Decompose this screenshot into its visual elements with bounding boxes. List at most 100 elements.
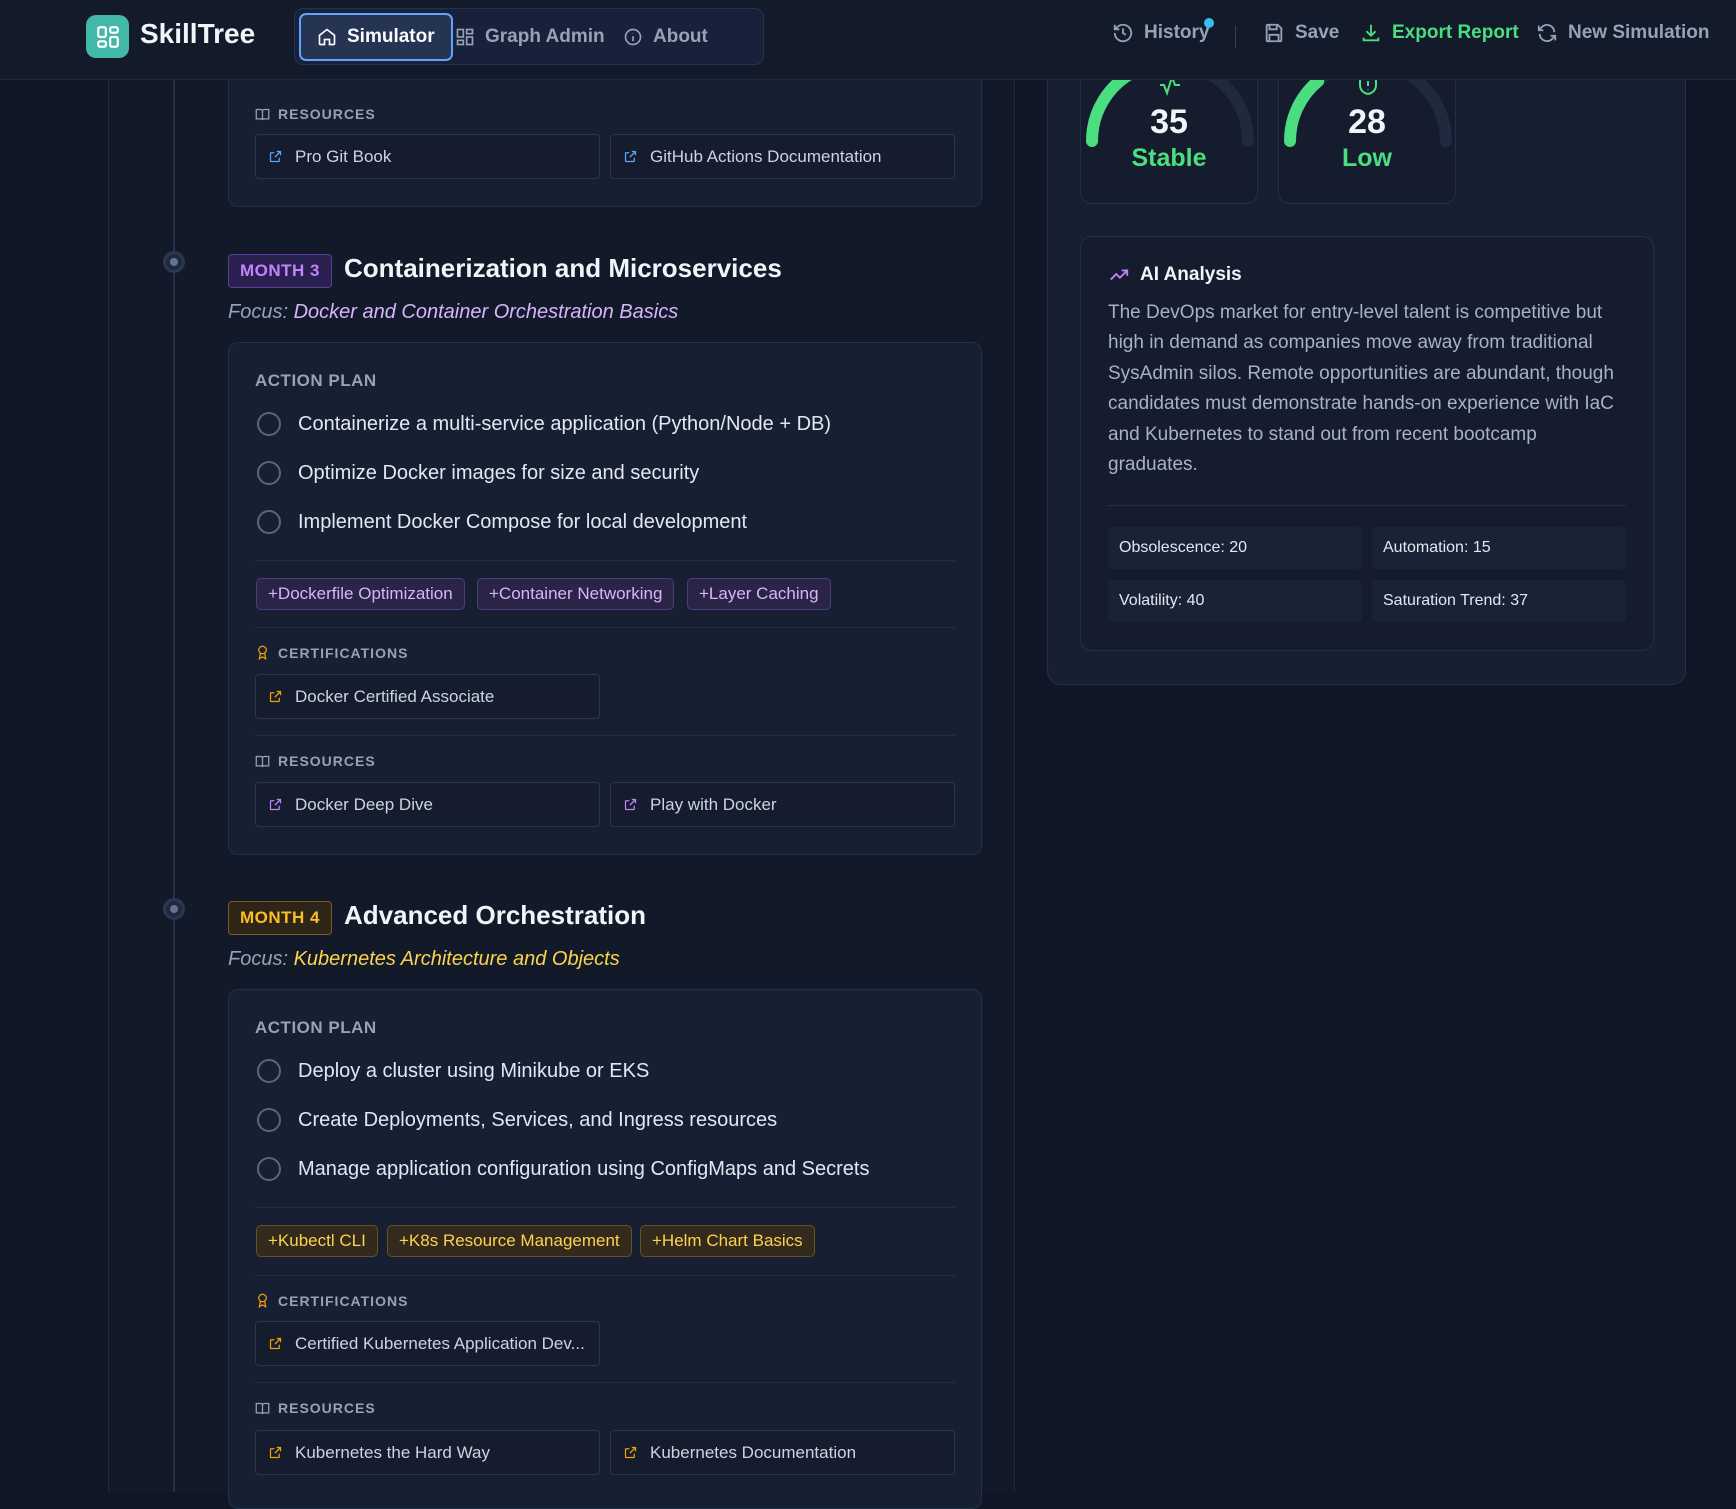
timeline-node — [163, 898, 185, 920]
app-name[interactable]: SkillTree — [140, 18, 255, 50]
skill-chip: +Container Networking — [477, 578, 675, 610]
month-focus: Focus: Docker and Container Orchestratio… — [228, 301, 679, 323]
book-icon — [255, 108, 270, 120]
task-checkbox[interactable] — [257, 1157, 281, 1181]
skill-chip: +Kubectl CLI — [256, 1225, 378, 1257]
external-link-icon — [269, 1337, 282, 1350]
month-badge: MONTH 3 — [228, 254, 332, 288]
certifications-heading: CERTIFICATIONS — [255, 1292, 408, 1309]
divider — [1108, 505, 1626, 506]
external-link-icon — [269, 1446, 282, 1459]
app-logo-icon[interactable] — [86, 15, 129, 58]
task-item[interactable]: Containerize a multi-service application… — [257, 412, 831, 436]
divider — [255, 735, 955, 736]
save-button[interactable]: Save — [1263, 22, 1339, 44]
certification-link[interactable]: Certified Kubernetes Application Dev... — [255, 1321, 600, 1366]
divider — [255, 560, 955, 561]
resource-link[interactable]: Play with Docker — [610, 782, 955, 827]
divider — [255, 1382, 955, 1383]
divider — [255, 1207, 955, 1208]
tab-simulator-label: Simulator — [347, 26, 435, 47]
tab-graph-admin-label: Graph Admin — [485, 26, 605, 47]
task-checkbox[interactable] — [257, 510, 281, 534]
external-link-icon — [624, 1446, 637, 1459]
month-focus: Focus: Kubernetes Architecture and Objec… — [228, 948, 620, 970]
external-link-icon — [269, 690, 282, 703]
external-link-icon — [624, 150, 637, 163]
month-title: Containerization and Microservices — [344, 253, 782, 283]
resource-link[interactable]: Kubernetes Documentation — [610, 1430, 955, 1475]
gauge-value: 35 — [1150, 103, 1188, 141]
task-item[interactable]: Create Deployments, Services, and Ingres… — [257, 1108, 777, 1132]
export-report-label: Export Report — [1392, 22, 1519, 43]
home-icon — [318, 28, 336, 46]
month-badge: MONTH 4 — [228, 901, 332, 935]
metric-obsolescence: Obsolescence: 20 — [1108, 527, 1362, 569]
metric-saturation-trend: Saturation Trend: 37 — [1372, 580, 1626, 622]
history-button[interactable]: History — [1112, 22, 1209, 44]
divider — [1235, 26, 1236, 48]
download-icon — [1362, 24, 1380, 42]
info-icon — [624, 28, 642, 46]
resources-heading: RESOURCES — [255, 1400, 376, 1416]
task-item[interactable]: Optimize Docker images for size and secu… — [257, 461, 699, 485]
timeline-line — [173, 72, 175, 1492]
metric-automation: Automation: 15 — [1372, 527, 1626, 569]
new-simulation-label: New Simulation — [1568, 22, 1710, 43]
history-icon — [1113, 23, 1133, 43]
history-notification-badge — [1204, 18, 1214, 28]
month-title: Advanced Orchestration — [344, 900, 646, 930]
tab-about-label: About — [653, 26, 708, 47]
book-icon — [255, 1402, 270, 1414]
book-icon — [255, 755, 270, 767]
task-checkbox[interactable] — [257, 1108, 281, 1132]
skill-chip: +Dockerfile Optimization — [256, 578, 465, 610]
external-link-icon — [269, 798, 282, 811]
certifications-heading: CERTIFICATIONS — [255, 644, 408, 661]
tab-about[interactable]: About — [607, 13, 724, 61]
task-item[interactable]: Implement Docker Compose for local devel… — [257, 510, 747, 534]
task-item[interactable]: Deploy a cluster using Minikube or EKS — [257, 1059, 649, 1083]
resource-link[interactable]: GitHub Actions Documentation — [610, 134, 955, 179]
timeline-node — [163, 251, 185, 273]
award-icon — [258, 645, 267, 660]
skill-chip: +K8s Resource Management — [387, 1225, 632, 1257]
save-label: Save — [1295, 22, 1340, 43]
action-plan-heading: ACTION PLAN — [255, 1018, 377, 1037]
history-label: History — [1144, 22, 1210, 43]
save-icon — [1265, 23, 1283, 43]
certification-link[interactable]: Docker Certified Associate — [255, 674, 600, 719]
external-link-icon — [269, 150, 282, 163]
resource-link[interactable]: Pro Git Book — [255, 134, 600, 179]
external-link-icon — [624, 798, 637, 811]
divider — [255, 627, 955, 628]
trending-up-icon — [1110, 269, 1129, 281]
skill-chip: +Helm Chart Basics — [640, 1225, 815, 1257]
top-navbar: SkillTree Simulator Graph Admin About Hi… — [0, 0, 1736, 80]
grid-icon — [456, 28, 474, 46]
resource-link[interactable]: Kubernetes the Hard Way — [255, 1430, 600, 1475]
divider — [255, 1275, 955, 1276]
metric-volatility: Volatility: 40 — [1108, 580, 1362, 622]
skill-chip: +Layer Caching — [687, 578, 831, 610]
ai-analysis-title: AI Analysis — [1108, 264, 1242, 286]
gauge-value: 28 — [1348, 103, 1386, 141]
tab-graph-admin[interactable]: Graph Admin — [439, 13, 621, 61]
action-plan-heading: ACTION PLAN — [255, 371, 377, 390]
award-icon — [258, 1293, 267, 1308]
ai-analysis-text: The DevOps market for entry-level talent… — [1108, 302, 1614, 476]
refresh-icon — [1537, 24, 1557, 42]
task-checkbox[interactable] — [257, 1059, 281, 1083]
export-report-button[interactable]: Export Report — [1360, 22, 1519, 44]
main-nav: Simulator Graph Admin About — [294, 8, 764, 65]
task-item[interactable]: Manage application configuration using C… — [257, 1157, 869, 1181]
tab-simulator[interactable]: Simulator — [299, 13, 453, 61]
resource-link[interactable]: Docker Deep Dive — [255, 782, 600, 827]
gauge-label: Low — [1342, 144, 1392, 172]
task-checkbox[interactable] — [257, 412, 281, 436]
gauge-label: Stable — [1131, 144, 1207, 172]
resources-heading: RESOURCES — [255, 753, 376, 769]
new-simulation-button[interactable]: New Simulation — [1536, 22, 1709, 44]
resources-heading: RESOURCES — [255, 106, 376, 122]
task-checkbox[interactable] — [257, 461, 281, 485]
